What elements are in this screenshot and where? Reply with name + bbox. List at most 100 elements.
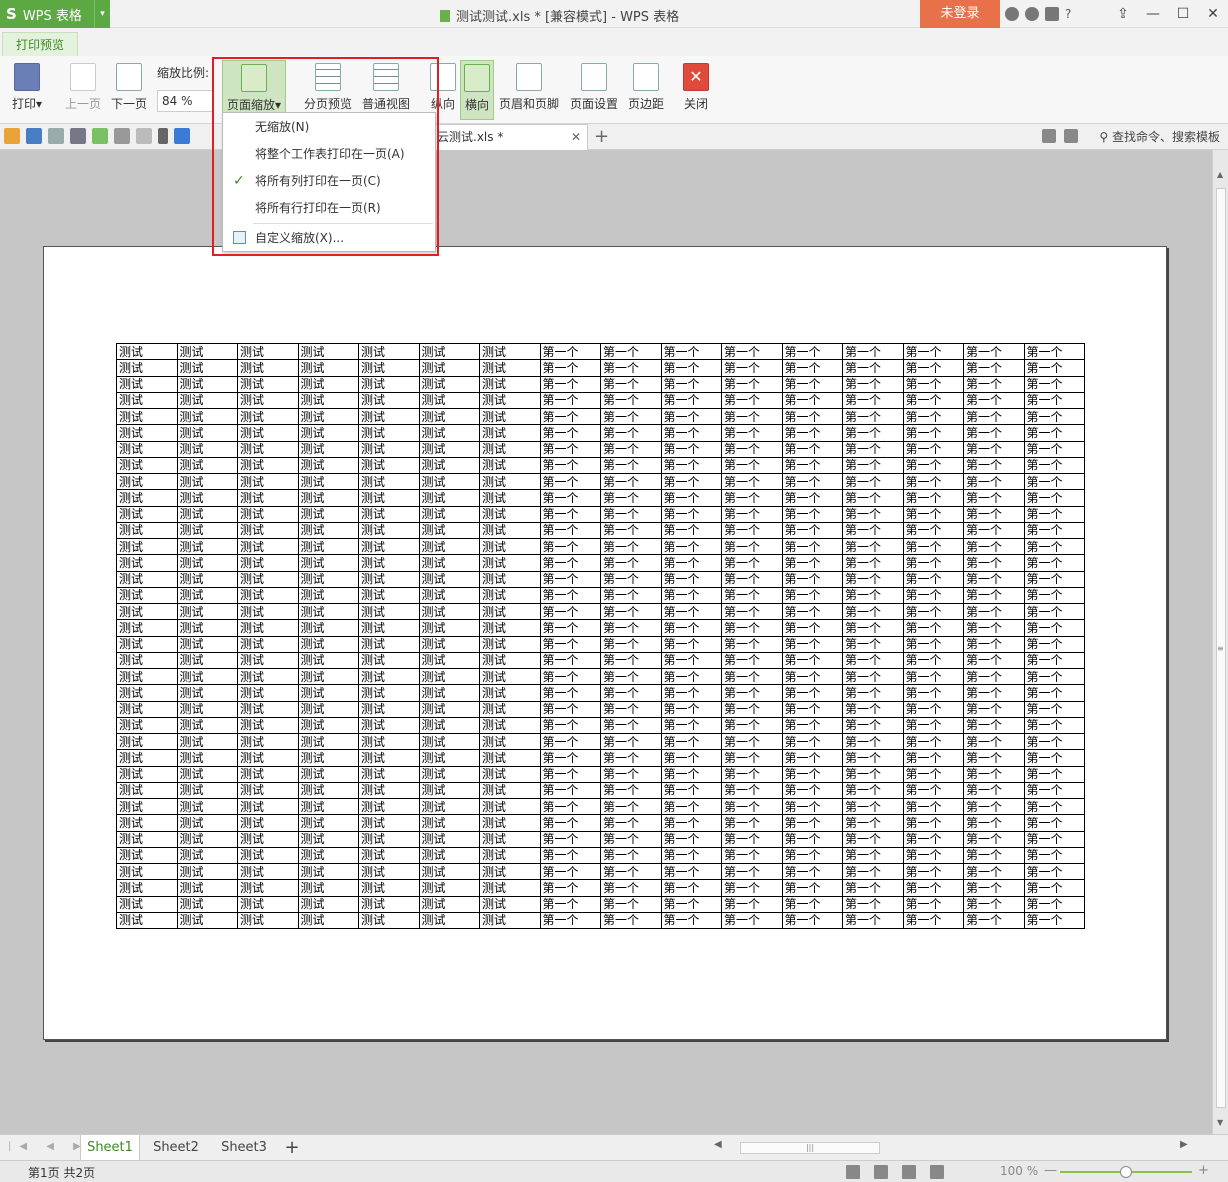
table-cell: 测试 <box>297 602 359 621</box>
table-cell: 第一个 <box>781 375 843 393</box>
table-cell: 测试 <box>479 635 541 653</box>
maximize-button[interactable]: ☐ <box>1168 0 1198 28</box>
customize-dropdown-icon[interactable] <box>158 128 168 144</box>
table-cell: 测试 <box>237 440 299 458</box>
app-menu-button[interactable]: S WPS 表格 ▾ <box>0 0 110 28</box>
table-cell: 测试 <box>116 895 178 913</box>
undo-icon[interactable] <box>114 128 130 144</box>
close-preview-button[interactable]: ✕ 关闭 <box>680 60 712 120</box>
table-cell: 测试 <box>116 732 178 751</box>
landscape-button[interactable]: 横向 <box>460 60 494 120</box>
table-cell: 测试 <box>176 472 238 491</box>
save-as-icon[interactable] <box>48 128 64 144</box>
sheet-tab-2[interactable]: Sheet2 <box>146 1135 206 1161</box>
scroll-up-icon[interactable]: ▲ <box>1217 170 1223 179</box>
table-cell: 第一个 <box>963 732 1025 751</box>
table-cell: 第一个 <box>539 911 601 930</box>
table-cell: 第一个 <box>660 651 722 670</box>
share-icon[interactable] <box>1045 7 1059 21</box>
open-icon[interactable] <box>4 128 20 144</box>
layout-icon[interactable] <box>1064 129 1078 143</box>
table-cell: 测试 <box>176 456 238 475</box>
tab-print-preview[interactable]: 打印预览 <box>2 32 78 56</box>
file-tab[interactable]: 云测试.xls * ✕ <box>430 124 588 150</box>
scroll-down-icon[interactable]: ▼ <box>1217 1118 1223 1127</box>
wps-logo-icon: S <box>6 5 17 23</box>
restore-tray-icon[interactable]: ⇪ <box>1108 0 1138 28</box>
table-cell: 第一个 <box>781 911 843 930</box>
table-cell: 第一个 <box>660 716 722 735</box>
margins-label: 页边距 <box>627 97 664 111</box>
eye-protect-icon[interactable] <box>930 1165 944 1179</box>
sheet-tab-1[interactable]: Sheet1 <box>80 1135 140 1161</box>
page-break-view-icon[interactable] <box>874 1165 888 1179</box>
horizontal-scroll-thumb[interactable]: ||| <box>740 1142 880 1154</box>
table-cell: 第一个 <box>902 781 964 800</box>
scroll-right-icon[interactable]: ▶ <box>1180 1139 1188 1150</box>
sheet-tab-3[interactable]: Sheet3 <box>214 1135 274 1161</box>
vertical-scrollbar[interactable]: ▲ ≡ ▼ <box>1212 150 1228 1134</box>
table-cell: 测试 <box>358 651 420 670</box>
table-cell: 第一个 <box>902 830 964 848</box>
zoom-slider[interactable] <box>1060 1166 1192 1178</box>
table-row: 测试 测试 测试 测试 测试 测试 测试 第一个 第一个 第一个 第一个 第一个 第一个 第一个 第一个 第一… <box>116 407 1085 426</box>
redo-icon[interactable] <box>136 128 152 144</box>
table-cell: 测试 <box>358 781 420 800</box>
table-row: 测试 测试 测试 测试 测试 测试 测试 第一个 第一个 第一个 第一个 第一个 第一个 第一个 第一个 第一… <box>116 635 1085 653</box>
margins-button[interactable]: 页边距 <box>626 60 666 120</box>
table-cell: 测试 <box>358 830 420 848</box>
save-icon[interactable] <box>26 128 42 144</box>
login-button[interactable]: 未登录 <box>920 0 1000 28</box>
table-cell: 第一个 <box>842 537 904 556</box>
normal-view-icon[interactable] <box>846 1165 860 1179</box>
table-row: 测试 测试 测试 测试 测试 测试 测试 第一个 第一个 第一个 第一个 第一个 第一个 第一个 第一个 第一… <box>116 359 1085 377</box>
zoom-in-icon[interactable]: + <box>1198 1163 1209 1178</box>
table-cell: 第一个 <box>1023 375 1085 393</box>
app-menu-dropdown-icon[interactable]: ▾ <box>94 0 110 28</box>
table-cell: 第一个 <box>660 424 722 442</box>
header-footer-button[interactable]: 页眉和页脚 <box>498 60 560 120</box>
add-sheet-button[interactable]: + <box>280 1135 304 1161</box>
next-page-button[interactable]: 下一页 <box>108 60 150 120</box>
view-mode-icons <box>846 1165 944 1179</box>
close-window-button[interactable]: ✕ <box>1198 0 1228 28</box>
print-preview-icon[interactable] <box>92 128 108 144</box>
table-cell: 测试 <box>418 862 480 881</box>
table-cell: 测试 <box>237 716 299 735</box>
search-command[interactable]: ⚲ 查找命令、搜索模板 <box>1099 128 1220 145</box>
sheet-tab-bar: |◀ ◀ ▶ ▶| Sheet1 Sheet2 Sheet3 + ◀ ||| ▶ <box>0 1134 1228 1161</box>
zoom-out-icon[interactable]: — <box>1044 1163 1057 1178</box>
new-tab-button[interactable]: + <box>594 126 609 147</box>
quick-print-icon[interactable] <box>70 128 86 144</box>
table-cell: 第一个 <box>721 846 783 865</box>
table-cell: 第一个 <box>902 846 964 865</box>
help-icon[interactable]: ? <box>1065 7 1071 21</box>
reading-layout-icon[interactable] <box>902 1165 916 1179</box>
table-cell: 测试 <box>116 814 178 832</box>
table-cell: 测试 <box>116 635 178 653</box>
printer-icon <box>14 63 40 91</box>
prev-page-button[interactable]: 上一页 <box>62 60 104 120</box>
table-cell: 第一个 <box>539 440 601 458</box>
table-row: 测试 测试 测试 测试 测试 测试 测试 第一个 第一个 第一个 第一个 第一个 第一个 第一个 第一个 第一… <box>116 489 1085 507</box>
zoom-input[interactable]: 84 % <box>157 90 213 112</box>
table-cell: 测试 <box>116 456 178 475</box>
cloud-doc-icon[interactable] <box>174 128 190 144</box>
close-tab-icon[interactable]: ✕ <box>571 125 581 149</box>
minimize-button[interactable]: — <box>1138 0 1168 28</box>
table-cell: 第一个 <box>842 359 904 377</box>
settings-icon[interactable] <box>1025 7 1039 21</box>
present-icon[interactable] <box>1042 129 1056 143</box>
table-cell: 第一个 <box>539 537 601 556</box>
table-cell: 测试 <box>479 342 541 361</box>
zoom-slider-knob[interactable] <box>1120 1166 1132 1178</box>
print-button[interactable]: 打印▾ <box>6 60 48 120</box>
document-title: 测试测试.xls * [兼容模式] - WPS 表格 <box>440 6 679 25</box>
scroll-left-icon[interactable]: ◀ <box>714 1139 722 1150</box>
table-cell: 第一个 <box>660 911 722 930</box>
table-cell: 第一个 <box>600 537 662 556</box>
skin-icon[interactable] <box>1005 7 1019 21</box>
page-setup-button[interactable]: 页面设置 <box>568 60 620 120</box>
table-cell: 第一个 <box>600 635 662 653</box>
table-cell: 测试 <box>297 700 359 718</box>
